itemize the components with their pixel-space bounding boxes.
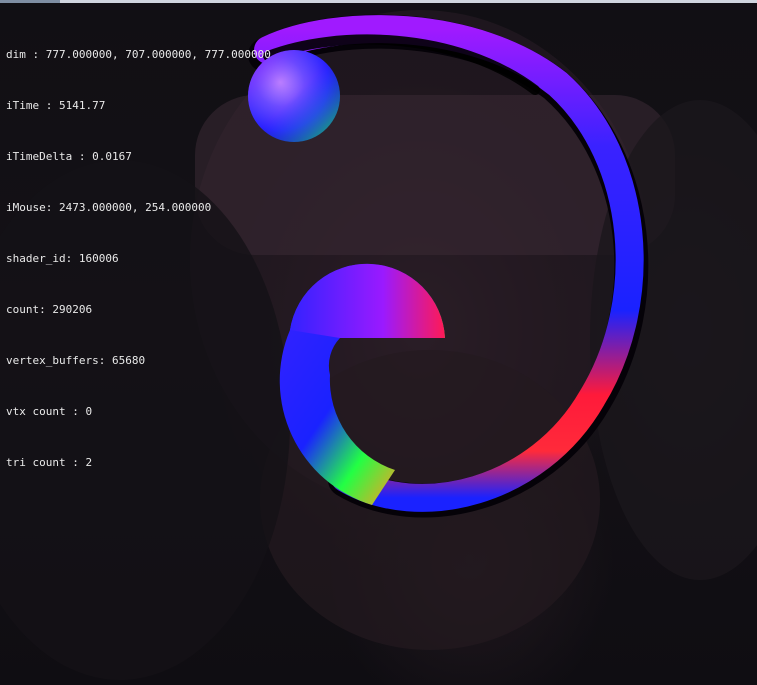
debug-overlay: dim : 777.000000, 707.000000, 777.000000…: [6, 12, 271, 505]
spiral-inner-cap: [290, 263, 445, 338]
overlay-tri-count: tri count : 2: [6, 456, 93, 469]
overlay-count: count: 290206: [6, 303, 93, 316]
overlay-itime: iTime : 5141.77: [6, 99, 106, 112]
shader-viewport[interactable]: dim : 777.000000, 707.000000, 777.000000…: [0, 0, 757, 685]
overlay-vtx-count: vtx count : 0: [6, 405, 93, 418]
overlay-dim: dim : 777.000000, 707.000000, 777.000000: [6, 48, 271, 61]
overlay-vertex-buffers: vertex_buffers: 65680: [6, 354, 146, 367]
overlay-itimedelta: iTimeDelta : 0.0167: [6, 150, 132, 163]
overlay-imouse: iMouse: 2473.000000, 254.000000: [6, 201, 212, 214]
overlay-shader-id: shader_id: 160006: [6, 252, 119, 265]
